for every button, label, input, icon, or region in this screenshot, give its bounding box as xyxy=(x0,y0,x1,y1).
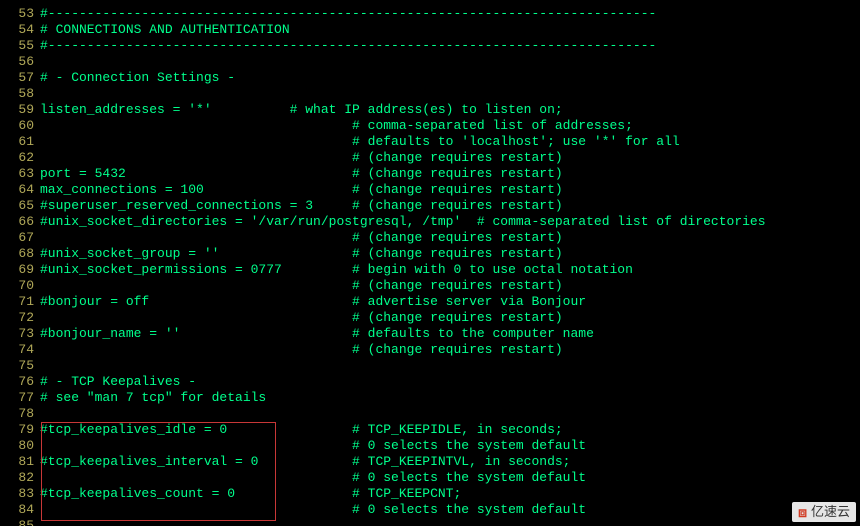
code-editor[interactable]: 53#-------------------------------------… xyxy=(0,0,860,526)
code-text: port = 5432 # (change requires restart) xyxy=(40,166,563,182)
line-number: 75 xyxy=(0,358,40,374)
code-text: max_connections = 100 # (change requires… xyxy=(40,182,563,198)
code-text: #unix_socket_directories = '/var/run/pos… xyxy=(40,214,766,230)
code-line[interactable]: 84 # 0 selects the system default xyxy=(0,502,860,518)
code-text: #---------------------------------------… xyxy=(40,38,656,54)
line-number: 71 xyxy=(0,294,40,310)
code-line[interactable]: 60 # comma-separated list of addresses; xyxy=(0,118,860,134)
line-number: 78 xyxy=(0,406,40,422)
code-text: # 0 selects the system default xyxy=(40,438,586,454)
line-number: 54 xyxy=(0,22,40,38)
watermark-badge: ⧈ 亿速云 xyxy=(792,502,856,522)
code-text: # (change requires restart) xyxy=(40,310,563,326)
code-text: #---------------------------------------… xyxy=(40,6,656,22)
code-line[interactable]: 54# CONNECTIONS AND AUTHENTICATION xyxy=(0,22,860,38)
line-number: 58 xyxy=(0,86,40,102)
code-line[interactable]: 69#unix_socket_permissions = 0777 # begi… xyxy=(0,262,860,278)
line-number: 70 xyxy=(0,278,40,294)
code-text: # see "man 7 tcp" for details xyxy=(40,390,266,406)
code-line[interactable]: 71#bonjour = off # advertise server via … xyxy=(0,294,860,310)
line-number: 68 xyxy=(0,246,40,262)
code-text: #superuser_reserved_connections = 3 # (c… xyxy=(40,198,563,214)
code-line[interactable]: 63port = 5432 # (change requires restart… xyxy=(0,166,860,182)
code-text: listen_addresses = '*' # what IP address… xyxy=(40,102,563,118)
code-text: #bonjour = off # advertise server via Bo… xyxy=(40,294,586,310)
line-number: 80 xyxy=(0,438,40,454)
code-text: #tcp_keepalives_interval = 0 # TCP_KEEPI… xyxy=(40,454,571,470)
code-text: # 0 selects the system default xyxy=(40,502,586,518)
code-line[interactable]: 67 # (change requires restart) xyxy=(0,230,860,246)
line-number: 81 xyxy=(0,454,40,470)
line-number: 77 xyxy=(0,390,40,406)
line-number: 64 xyxy=(0,182,40,198)
line-number: 65 xyxy=(0,198,40,214)
cube-icon: ⧈ xyxy=(798,505,807,519)
code-line[interactable]: 74 # (change requires restart) xyxy=(0,342,860,358)
code-line[interactable]: 77# see "man 7 tcp" for details xyxy=(0,390,860,406)
line-number: 56 xyxy=(0,54,40,70)
code-text: # defaults to 'localhost'; use '*' for a… xyxy=(40,134,680,150)
code-line[interactable]: 73#bonjour_name = '' # defaults to the c… xyxy=(0,326,860,342)
line-number: 76 xyxy=(0,374,40,390)
code-line[interactable]: 70 # (change requires restart) xyxy=(0,278,860,294)
code-text: #tcp_keepalives_idle = 0 # TCP_KEEPIDLE,… xyxy=(40,422,563,438)
code-line[interactable]: 59listen_addresses = '*' # what IP addre… xyxy=(0,102,860,118)
code-text: #bonjour_name = '' # defaults to the com… xyxy=(40,326,594,342)
watermark-text: 亿速云 xyxy=(811,504,850,520)
code-line[interactable]: 80 # 0 selects the system default xyxy=(0,438,860,454)
line-number: 84 xyxy=(0,502,40,518)
code-line[interactable]: 58 xyxy=(0,86,860,102)
line-number: 82 xyxy=(0,470,40,486)
code-line[interactable]: 78 xyxy=(0,406,860,422)
code-line[interactable]: 72 # (change requires restart) xyxy=(0,310,860,326)
code-line[interactable]: 61 # defaults to 'localhost'; use '*' fo… xyxy=(0,134,860,150)
code-line[interactable]: 76# - TCP Keepalives - xyxy=(0,374,860,390)
code-line[interactable]: 79#tcp_keepalives_idle = 0 # TCP_KEEPIDL… xyxy=(0,422,860,438)
line-number: 59 xyxy=(0,102,40,118)
code-line[interactable]: 56 xyxy=(0,54,860,70)
code-line[interactable]: 68#unix_socket_group = '' # (change requ… xyxy=(0,246,860,262)
code-text: #unix_socket_group = '' # (change requir… xyxy=(40,246,563,262)
line-number: 57 xyxy=(0,70,40,86)
code-line[interactable]: 55#-------------------------------------… xyxy=(0,38,860,54)
code-text: # - Connection Settings - xyxy=(40,70,235,86)
code-text: # 0 selects the system default xyxy=(40,470,586,486)
code-line[interactable]: 62 # (change requires restart) xyxy=(0,150,860,166)
line-number: 60 xyxy=(0,118,40,134)
code-text: # (change requires restart) xyxy=(40,150,563,166)
code-line[interactable]: 81#tcp_keepalives_interval = 0 # TCP_KEE… xyxy=(0,454,860,470)
line-number: 69 xyxy=(0,262,40,278)
line-number: 74 xyxy=(0,342,40,358)
line-number: 83 xyxy=(0,486,40,502)
code-line[interactable]: 57# - Connection Settings - xyxy=(0,70,860,86)
line-number: 63 xyxy=(0,166,40,182)
code-line[interactable]: 66#unix_socket_directories = '/var/run/p… xyxy=(0,214,860,230)
line-number: 66 xyxy=(0,214,40,230)
code-text: # (change requires restart) xyxy=(40,342,563,358)
line-number: 73 xyxy=(0,326,40,342)
line-number: 85 xyxy=(0,518,40,526)
code-text: # (change requires restart) xyxy=(40,278,563,294)
code-text: # comma-separated list of addresses; xyxy=(40,118,633,134)
code-text: #tcp_keepalives_count = 0 # TCP_KEEPCNT; xyxy=(40,486,461,502)
code-line[interactable]: 64max_connections = 100 # (change requir… xyxy=(0,182,860,198)
code-line[interactable]: 65#superuser_reserved_connections = 3 # … xyxy=(0,198,860,214)
line-number: 53 xyxy=(0,6,40,22)
code-line[interactable]: 82 # 0 selects the system default xyxy=(0,470,860,486)
line-number: 62 xyxy=(0,150,40,166)
line-number: 61 xyxy=(0,134,40,150)
code-line[interactable]: 75 xyxy=(0,358,860,374)
line-number: 72 xyxy=(0,310,40,326)
line-number: 55 xyxy=(0,38,40,54)
code-line[interactable]: 83#tcp_keepalives_count = 0 # TCP_KEEPCN… xyxy=(0,486,860,502)
code-line[interactable]: 85 xyxy=(0,518,860,526)
code-text: # - TCP Keepalives - xyxy=(40,374,196,390)
code-text: # (change requires restart) xyxy=(40,230,563,246)
code-text: # CONNECTIONS AND AUTHENTICATION xyxy=(40,22,290,38)
line-number: 67 xyxy=(0,230,40,246)
code-text: #unix_socket_permissions = 0777 # begin … xyxy=(40,262,633,278)
line-number: 79 xyxy=(0,422,40,438)
code-line[interactable]: 53#-------------------------------------… xyxy=(0,6,860,22)
